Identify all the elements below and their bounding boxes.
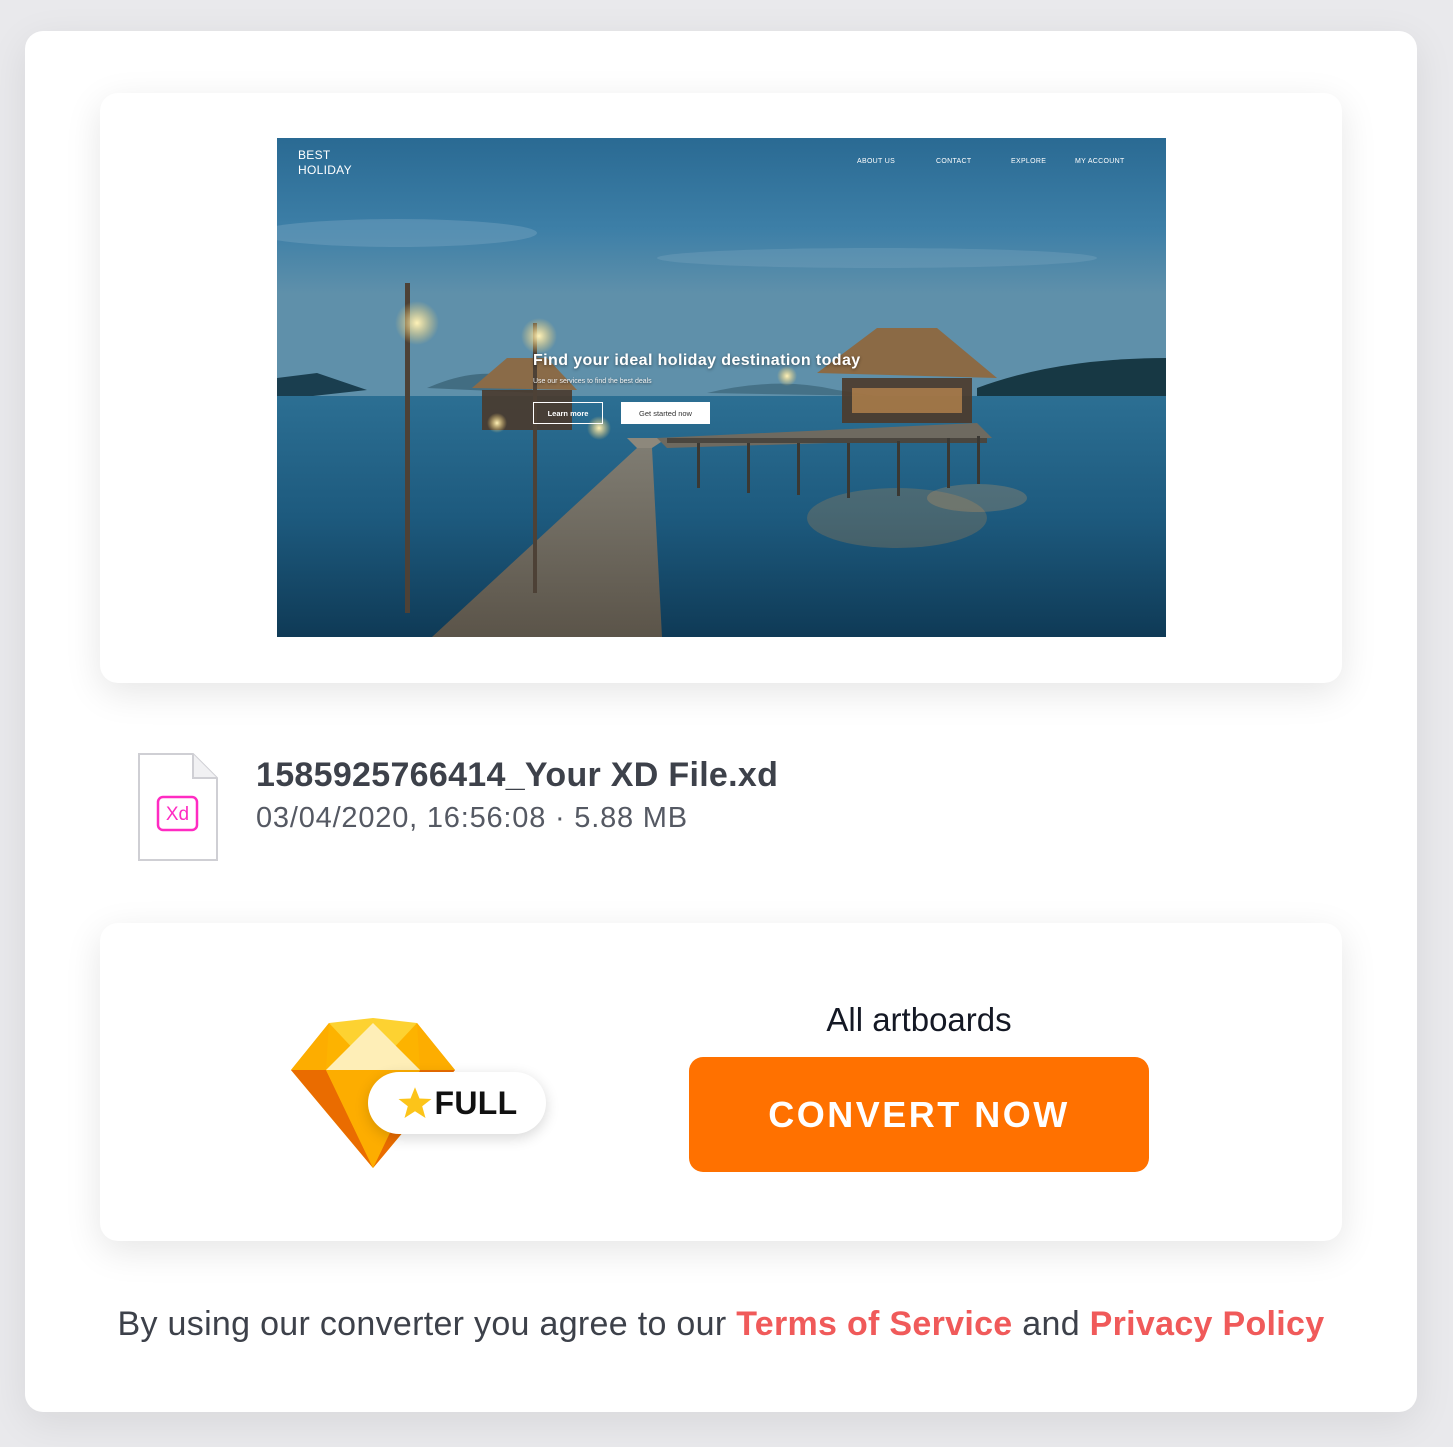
mockup-nav-explore: EXPLORE — [1011, 158, 1047, 165]
mockup-learn-more-button: Learn more — [533, 402, 603, 424]
mockup-nav-contact: CONTACT — [936, 158, 972, 165]
mockup-logo-line2: HOLIDAY — [298, 163, 352, 177]
convert-now-button[interactable]: CONVERT NOW — [689, 1057, 1149, 1172]
xd-file-icon: Xd — [138, 753, 218, 861]
mockup-nav-account: MY ACCOUNT — [1075, 158, 1125, 165]
xd-icon-label: Xd — [166, 804, 189, 825]
mockup-logo: BEST HOLIDAY — [298, 148, 352, 178]
legal-notice: By using our converter you agree to our … — [25, 1305, 1417, 1344]
file-meta: 03/04/2020, 16:56:08 · 5.88 MB — [256, 802, 688, 834]
legal-prefix: By using our converter you agree to our — [117, 1305, 727, 1343]
full-plan-badge: FULL — [368, 1072, 546, 1134]
legal-conjunction: and — [1022, 1305, 1080, 1343]
mockup-nav-about: ABOUT US — [857, 158, 896, 165]
terms-of-service-link[interactable]: Terms of Service — [736, 1305, 1012, 1343]
artboards-scope-label: All artboards — [826, 1001, 1012, 1038]
mockup-get-started-button: Get started now — [621, 402, 710, 424]
beach-pier-photo — [277, 138, 1166, 637]
converter-card: BEST HOLIDAY ABOUT US CONTACT EXPLORE MY… — [25, 31, 1417, 1412]
design-preview-thumbnail: BEST HOLIDAY ABOUT US CONTACT EXPLORE MY… — [277, 138, 1166, 637]
file-name: 1585925766414_Your XD File.xd — [256, 756, 779, 794]
privacy-policy-link[interactable]: Privacy Policy — [1090, 1305, 1325, 1343]
mockup-logo-line1: BEST — [298, 148, 331, 162]
preview-card: BEST HOLIDAY ABOUT US CONTACT EXPLORE MY… — [100, 93, 1342, 683]
star-icon — [398, 1087, 432, 1118]
full-badge-label: FULL — [434, 1084, 518, 1121]
convert-card: FULL All artboards CONVERT NOW — [100, 923, 1342, 1241]
mockup-hero-title: Find your ideal holiday destination toda… — [533, 352, 861, 369]
mockup-hero-subtitle: Use our services to find the best deals — [533, 378, 652, 385]
